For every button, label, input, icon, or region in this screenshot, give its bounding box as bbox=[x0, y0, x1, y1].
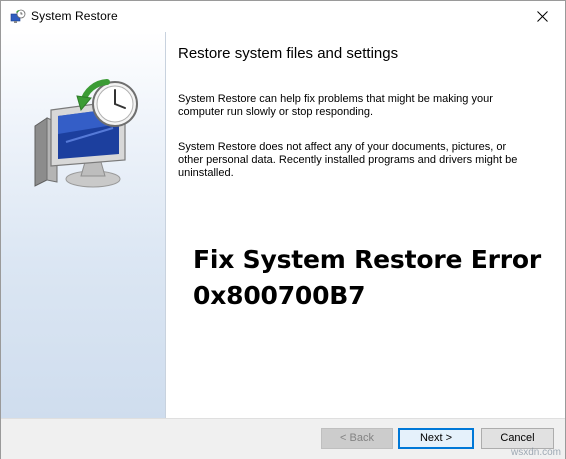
close-icon bbox=[536, 11, 548, 22]
back-button[interactable]: < Back bbox=[321, 428, 393, 449]
button-bar: < Back Next > Cancel wsxdn.com bbox=[1, 418, 565, 459]
page-heading: Restore system files and settings bbox=[178, 45, 399, 62]
window-title: System Restore bbox=[31, 9, 118, 23]
sidebar-panel bbox=[1, 32, 166, 418]
watermark: wsxdn.com bbox=[510, 447, 561, 458]
close-button[interactable] bbox=[519, 1, 565, 32]
cancel-button[interactable]: Cancel bbox=[481, 428, 554, 449]
content-panel: Restore system files and settings System… bbox=[166, 32, 565, 418]
description-paragraph-1: System Restore can help fix problems tha… bbox=[178, 93, 493, 118]
overlay-caption: Fix System Restore Error 0x800700B7 bbox=[193, 242, 563, 314]
system-restore-icon bbox=[34, 79, 138, 188]
overlay-caption-line-2: 0x800700B7 bbox=[193, 281, 366, 310]
next-button[interactable]: Next > bbox=[398, 428, 474, 449]
description-paragraph-2: System Restore does not affect any of yo… bbox=[178, 141, 518, 179]
overlay-caption-line-1: Fix System Restore Error bbox=[193, 245, 541, 274]
system-restore-small-icon bbox=[10, 9, 26, 23]
title-bar[interactable]: System Restore bbox=[1, 1, 565, 32]
system-restore-window: System Restore Restore system files and … bbox=[0, 0, 566, 459]
